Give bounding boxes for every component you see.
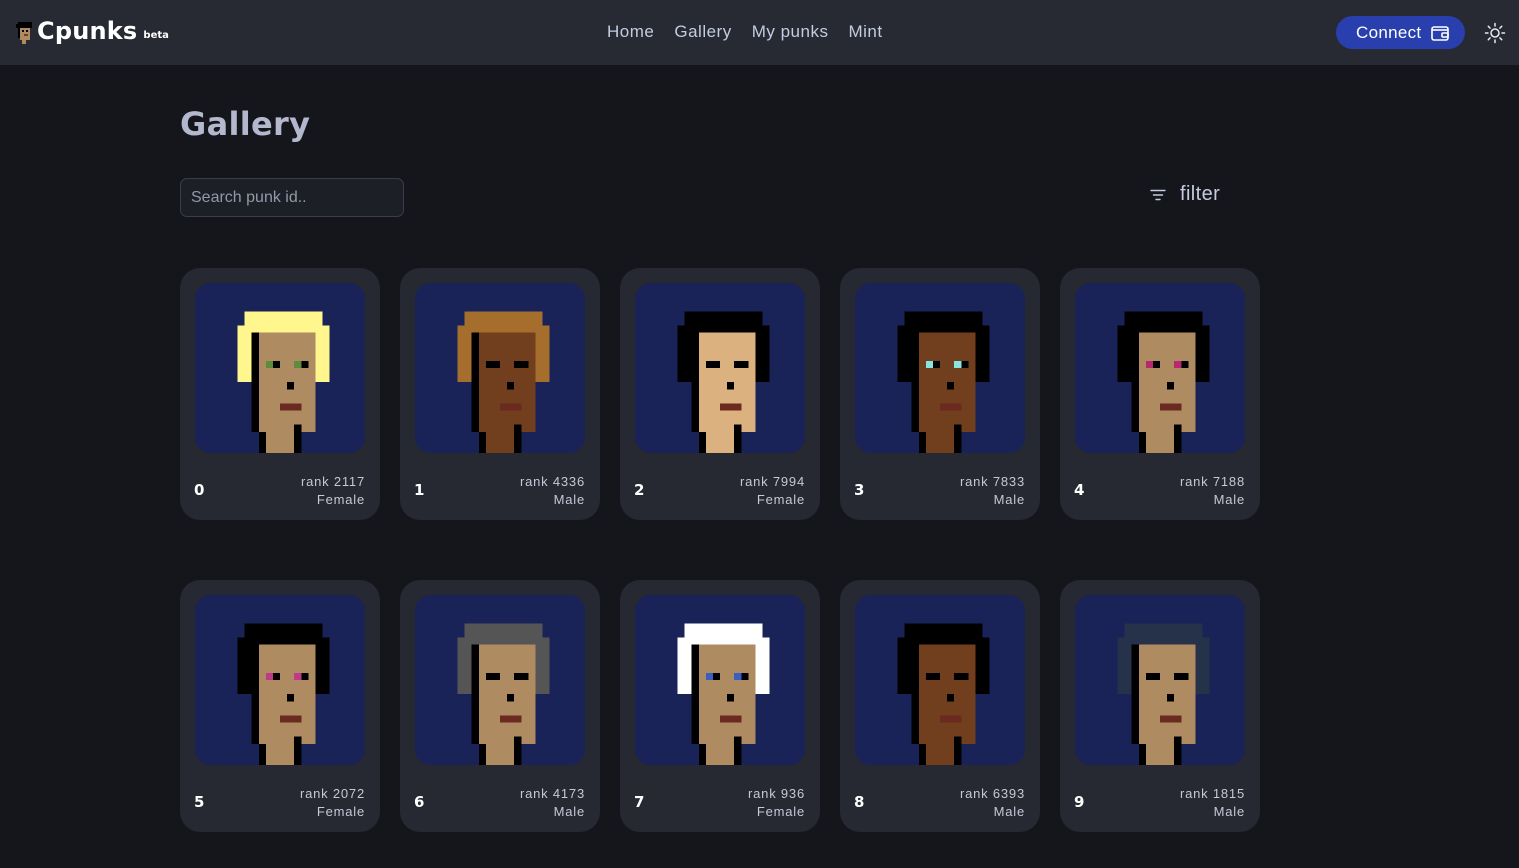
page-title: Gallery xyxy=(180,105,311,143)
punk-image xyxy=(415,595,585,765)
punk-id: 2 xyxy=(634,481,645,499)
punk-card[interactable]: 8 rank 6393 Male xyxy=(840,580,1040,832)
filter-icon xyxy=(1150,189,1180,201)
punk-id: 5 xyxy=(194,793,205,811)
punk-image xyxy=(195,283,365,453)
punk-card[interactable]: 7 rank 936 Female xyxy=(620,580,820,832)
punk-card[interactable]: 6 rank 4173 Male xyxy=(400,580,600,832)
punk-rank: rank 7188 xyxy=(1179,474,1245,489)
punk-image xyxy=(1075,595,1245,765)
punk-gender: Male xyxy=(993,492,1025,507)
punk-gender: Male xyxy=(1213,492,1245,507)
top-navbar: Cpunks beta Home Gallery My punks Mint C… xyxy=(0,0,1519,65)
punk-id: 0 xyxy=(194,481,205,499)
punk-rank: rank 2117 xyxy=(300,474,365,489)
punk-image xyxy=(855,283,1025,453)
punk-rank: rank 1815 xyxy=(1179,786,1245,801)
filter-label: filter xyxy=(1180,183,1221,205)
sun-icon[interactable] xyxy=(1484,22,1506,44)
punk-gender: Female xyxy=(316,804,365,819)
beta-badge: beta xyxy=(143,30,169,41)
punk-image xyxy=(195,595,365,765)
nav-mint[interactable]: Mint xyxy=(848,20,882,44)
punk-rank: rank 7994 xyxy=(739,474,805,489)
punk-logo-icon xyxy=(16,22,37,48)
punk-rank: rank 4336 xyxy=(519,474,585,489)
punk-gender: Female xyxy=(756,804,805,819)
filter-button[interactable]: filter xyxy=(1150,183,1220,206)
punk-card[interactable]: 0 rank 2117 Female xyxy=(180,268,380,520)
punk-gender: Male xyxy=(993,804,1025,819)
punk-rank: rank 2072 xyxy=(299,786,365,801)
punk-id: 9 xyxy=(1074,793,1085,811)
punk-id: 1 xyxy=(414,481,425,499)
brand-name: Cpunks xyxy=(37,17,138,45)
punk-id: 8 xyxy=(854,793,865,811)
punk-rank: rank 4173 xyxy=(519,786,585,801)
punk-rank: rank 6393 xyxy=(959,786,1025,801)
punk-gender: Female xyxy=(316,492,365,507)
nav-my-punks[interactable]: My punks xyxy=(752,20,829,44)
punk-card[interactable]: 3 rank 7833 Male xyxy=(840,268,1040,520)
punk-card[interactable]: 9 rank 1815 Male xyxy=(1060,580,1260,832)
punk-id: 4 xyxy=(1074,481,1085,499)
punk-card[interactable]: 5 rank 2072 Female xyxy=(180,580,380,832)
punk-image xyxy=(415,283,585,453)
nav-gallery[interactable]: Gallery xyxy=(674,20,731,44)
punk-gender: Male xyxy=(1213,804,1245,819)
connect-label: Connect xyxy=(1356,22,1422,42)
punk-gender: Male xyxy=(553,492,585,507)
punk-card[interactable]: 1 rank 4336 Male xyxy=(400,268,600,520)
connect-button[interactable]: Connect xyxy=(1336,16,1465,49)
punk-gender: Male xyxy=(553,804,585,819)
search-input[interactable] xyxy=(180,178,404,217)
punk-image xyxy=(1075,283,1245,453)
wallet-icon xyxy=(1421,25,1450,41)
punk-id: 7 xyxy=(634,793,645,811)
punk-image xyxy=(635,283,805,453)
nav-home[interactable]: Home xyxy=(607,20,654,44)
main-nav: Home Gallery My punks Mint xyxy=(607,20,883,44)
punk-image xyxy=(635,595,805,765)
punk-card[interactable]: 4 rank 7188 Male xyxy=(1060,268,1260,520)
punk-id: 3 xyxy=(854,481,865,499)
brand[interactable]: Cpunks beta xyxy=(16,14,169,48)
punk-gender: Female xyxy=(756,492,805,507)
punk-rank: rank 7833 xyxy=(959,474,1025,489)
punk-rank: rank 936 xyxy=(748,786,805,801)
punk-card[interactable]: 2 rank 7994 Female xyxy=(620,268,820,520)
punk-image xyxy=(855,595,1025,765)
punk-id: 6 xyxy=(414,793,425,811)
